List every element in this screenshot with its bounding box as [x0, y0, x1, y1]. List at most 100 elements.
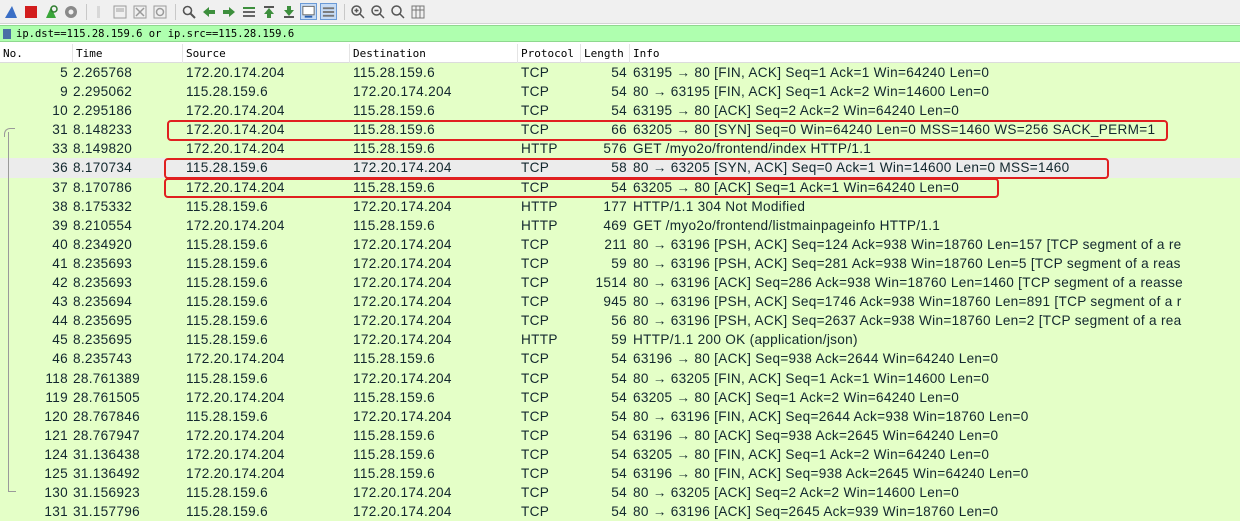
packet-row[interactable]: 125 31.136492 172.20.174.204 115.28.159.6 TC… — [0, 463, 1240, 484]
packet-row[interactable]: 44 8.235695 115.28.159.6 172.20.174.204 TCP 5… — [0, 311, 1240, 331]
packet-row[interactable]: 41 8.235693 115.28.159.6 172.20.174.204 TCP 5… — [0, 253, 1240, 274]
column-header-info[interactable]: Info — [630, 44, 1240, 63]
packet-length: 177 — [603, 198, 627, 214]
packet-row[interactable]: 130 31.156923 115.28.159.6 172.20.174.204 TC… — [0, 483, 1240, 503]
zoom-in-icon[interactable] — [349, 3, 366, 20]
display-filter-bar[interactable]: ip.dst==115.28.159.6 or ip.src==115.28.1… — [0, 25, 1240, 42]
packet-row[interactable]: 131 31.157796 115.28.159.6 172.20.174.204 TC… — [0, 502, 1240, 522]
column-header-destination[interactable]: Destination — [350, 44, 518, 63]
packet-destination: 172.20.174.204 — [353, 332, 452, 348]
packet-no: 44 — [52, 313, 68, 329]
packet-row[interactable]: 124 31.136438 172.20.174.204 115.28.159.6 TC… — [0, 444, 1240, 464]
packet-source: 172.20.174.204 — [186, 141, 285, 157]
packet-row[interactable]: 9 2.295062 115.28.159.6 172.20.174.204 TCP 54… — [0, 82, 1240, 102]
packet-row[interactable]: 10 2.295186 172.20.174.204 115.28.159.6 TCP 5… — [0, 101, 1240, 121]
packet-info: 63205 → 80 [ACK] Seq=1 Ack=1 Win=64240 L… — [633, 179, 960, 195]
resize-columns-icon[interactable] — [409, 3, 426, 20]
go-forward-icon[interactable] — [220, 3, 237, 20]
packet-info: 80 → 63196 [PSH, ACK] Seq=2637 Ack=938 W… — [633, 313, 1182, 329]
first-packet-icon[interactable] — [260, 3, 277, 20]
packet-length: 54 — [611, 408, 627, 424]
toolbar-separator — [175, 3, 176, 20]
reload-icon[interactable] — [151, 3, 168, 20]
packet-row[interactable]: 38 8.175332 115.28.159.6 172.20.174.204 HTTP… — [0, 196, 1240, 216]
packet-info: HTTP/1.1 200 OK (application/json) — [633, 332, 858, 348]
packet-no: 131 — [44, 504, 68, 520]
packet-destination: 172.20.174.204 — [353, 313, 452, 329]
packet-no: 39 — [52, 217, 68, 233]
packet-row[interactable]: 42 8.235693 115.28.159.6 172.20.174.204 TCP 1… — [0, 273, 1240, 293]
normal-size-icon[interactable] — [389, 3, 406, 20]
packet-row[interactable]: 39 8.210554 172.20.174.204 115.28.159.6 HTTP… — [0, 215, 1240, 235]
go-back-icon[interactable] — [200, 3, 217, 20]
packet-destination: 172.20.174.204 — [353, 370, 452, 386]
packet-no: 46 — [52, 351, 68, 367]
packet-destination: 115.28.159.6 — [353, 446, 435, 462]
packet-source: 115.28.159.6 — [186, 84, 268, 100]
last-packet-icon[interactable] — [280, 3, 297, 20]
packet-no: 118 — [45, 370, 68, 386]
packet-protocol: TCP — [521, 275, 550, 291]
packet-source: 115.28.159.6 — [186, 275, 268, 291]
conversation-bracket-bottom — [8, 491, 16, 492]
packet-length: 59 — [611, 255, 627, 271]
packet-row[interactable]: 5 2.265768 172.20.174.204 115.28.159.6 TCP 54… — [0, 63, 1240, 83]
packet-info: 63195 → 80 [FIN, ACK] Seq=1 Ack=1 Win=64… — [633, 65, 990, 80]
packet-time: 8.148233 — [73, 122, 133, 138]
packet-row[interactable]: 33 8.149820 172.20.174.204 115.28.159.6 HTTP… — [0, 139, 1240, 159]
packet-destination: 115.28.159.6 — [353, 217, 435, 233]
autoscroll-icon[interactable] — [300, 3, 317, 20]
find-icon[interactable] — [180, 3, 197, 20]
packet-row[interactable]: 43 8.235694 115.28.159.6 172.20.174.204 TCP 9… — [0, 292, 1240, 312]
packet-row[interactable]: 118 28.761389 115.28.159.6 172.20.174.204 TC… — [0, 368, 1240, 388]
packet-row[interactable]: 119 28.761505 172.20.174.204 115.28.159.6 TC… — [0, 387, 1240, 407]
colorize-icon[interactable] — [320, 3, 337, 20]
packet-row[interactable]: 31 8.148233 172.20.174.204 115.28.159.6 TCP 6… — [0, 120, 1240, 140]
restart-icon[interactable] — [42, 3, 59, 20]
stop-icon[interactable] — [22, 3, 39, 20]
column-header-time[interactable]: Time — [73, 44, 183, 63]
packet-info: 63196 → 80 [ACK] Seq=938 Ack=2645 Win=64… — [633, 427, 999, 443]
packet-row[interactable]: 46 8.235743 172.20.174.204 115.28.159.6 TCP 5… — [0, 349, 1240, 369]
open-file-icon[interactable] — [91, 3, 108, 20]
packet-info: 80 → 63205 [FIN, ACK] Seq=1 Ack=1 Win=14… — [633, 370, 990, 386]
packet-row[interactable]: 45 8.235695 115.28.159.6 172.20.174.204 HTTP… — [0, 330, 1240, 350]
packet-row[interactable]: 121 28.767947 172.20.174.204 115.28.159.6 TC… — [0, 425, 1240, 445]
packet-info: 80 → 63196 [ACK] Seq=2645 Ack=939 Win=18… — [633, 504, 999, 520]
zoom-out-icon[interactable] — [369, 3, 386, 20]
bookmark-icon[interactable] — [3, 28, 11, 39]
column-header-source[interactable]: Source — [183, 44, 350, 63]
packet-time: 8.234920 — [73, 236, 133, 252]
packet-row[interactable]: 40 8.234920 115.28.159.6 172.20.174.204 TCP 2… — [0, 234, 1240, 254]
packet-length: 54 — [611, 485, 627, 501]
packet-length: 576 — [603, 141, 627, 157]
packet-no: 10 — [52, 103, 68, 119]
shark-fin-icon[interactable] — [2, 3, 19, 20]
packet-protocol: TCP — [521, 84, 550, 100]
go-to-packet-icon[interactable] — [240, 3, 257, 20]
packet-info: 63196 → 80 [ACK] Seq=938 Ack=2644 Win=64… — [633, 351, 999, 367]
packet-protocol: TCP — [521, 65, 550, 80]
packet-protocol: HTTP — [521, 198, 558, 214]
packet-destination: 172.20.174.204 — [353, 485, 452, 501]
packet-length: 54 — [611, 504, 627, 520]
column-header-length[interactable]: Length — [581, 44, 630, 63]
packet-row[interactable]: 37 8.170786 172.20.174.204 115.28.159.6 TCP 5… — [0, 177, 1240, 197]
packet-no: 120 — [44, 408, 68, 424]
packet-time: 28.761389 — [73, 370, 140, 386]
packet-protocol: TCP — [521, 485, 550, 501]
column-header-protocol[interactable]: Protocol — [518, 44, 581, 63]
column-header-no[interactable]: No. — [0, 44, 73, 63]
packet-row[interactable]: 120 28.767846 115.28.159.6 172.20.174.204 TC… — [0, 406, 1240, 426]
close-file-icon[interactable] — [131, 3, 148, 20]
packet-time: 8.235694 — [73, 294, 133, 310]
packet-row[interactable]: 36 8.170734 115.28.159.6 172.20.174.204 TCP 5… — [0, 158, 1240, 178]
display-filter-input[interactable]: ip.dst==115.28.159.6 or ip.src==115.28.1… — [16, 28, 294, 40]
packet-length: 945 — [603, 294, 627, 310]
packet-source: 115.28.159.6 — [186, 255, 268, 271]
save-file-icon[interactable] — [111, 3, 128, 20]
packet-time: 28.767947 — [73, 427, 140, 443]
capture-options-icon[interactable] — [62, 3, 79, 20]
packet-protocol: HTTP — [521, 332, 558, 348]
packet-protocol: TCP — [521, 427, 550, 443]
